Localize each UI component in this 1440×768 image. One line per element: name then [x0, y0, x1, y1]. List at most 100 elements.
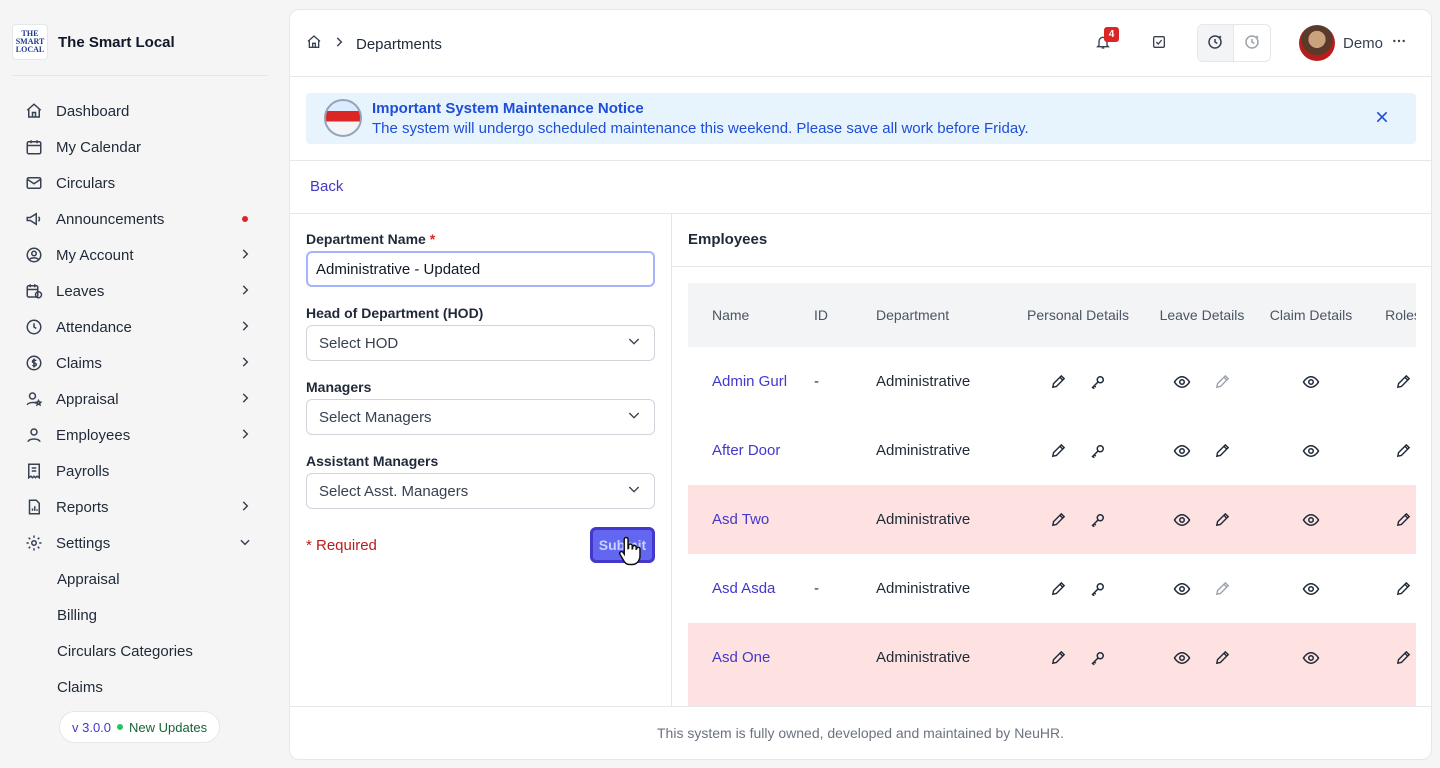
divider	[12, 75, 268, 76]
settings-sub-claims[interactable]: Claims	[16, 669, 266, 705]
sidebar-item-announcements[interactable]: Announcements	[16, 201, 266, 237]
sidebar-item-reports[interactable]: Reports	[16, 489, 266, 525]
column-header-personal-details[interactable]: Personal Details	[1016, 283, 1140, 347]
clock-in-button[interactable]	[1197, 25, 1234, 61]
close-notice-button[interactable]	[1372, 108, 1392, 128]
edit-leave-pencil-icon[interactable]	[1213, 511, 1231, 529]
version-badge[interactable]: v 3.0.0 New Updates	[59, 711, 221, 743]
back-link[interactable]: Back	[310, 178, 343, 195]
user-menu[interactable]: Demo	[1298, 25, 1407, 61]
form-footer: * Required Submit	[306, 527, 655, 563]
sidebar-item-settings[interactable]: Settings	[16, 525, 266, 561]
sidebar-item-appraisal[interactable]: Appraisal	[16, 381, 266, 417]
submit-button[interactable]: Submit	[590, 527, 655, 563]
updates-label: New Updates	[129, 719, 208, 735]
reset-password-key-icon[interactable]	[1089, 649, 1107, 667]
chevron-right-icon	[238, 283, 252, 301]
edit-roles-pencil-icon[interactable]	[1394, 649, 1412, 667]
version-number: v 3.0.0	[72, 719, 112, 735]
employee-name-link[interactable]: Admin Gurl	[688, 347, 814, 416]
edit-personal-pencil-icon[interactable]	[1049, 649, 1067, 667]
column-header-roles[interactable]: Roles	[1358, 283, 1416, 347]
edit-personal-pencil-icon[interactable]	[1049, 442, 1067, 460]
edit-personal-pencil-icon[interactable]	[1049, 511, 1067, 529]
employee-name-link[interactable]: After Door	[688, 416, 814, 485]
view-claim-eye-icon[interactable]	[1302, 649, 1320, 667]
checkbox-icon	[1151, 34, 1167, 53]
notice-title: Important System Maintenance Notice	[372, 100, 644, 117]
settings-sub-billing[interactable]: Billing	[16, 597, 266, 633]
sidebar-item-payrolls[interactable]: Payrolls	[16, 453, 266, 489]
reset-password-key-icon[interactable]	[1089, 511, 1107, 529]
sidebar-item-dashboard[interactable]: Dashboard	[16, 93, 266, 129]
reset-password-key-icon[interactable]	[1089, 442, 1107, 460]
view-claim-eye-icon[interactable]	[1302, 580, 1320, 598]
calendar-clock-icon	[24, 281, 44, 301]
sidebar-item-leaves[interactable]: Leaves	[16, 273, 266, 309]
column-header-leave-details[interactable]: Leave Details	[1140, 283, 1264, 347]
required-note: * Required	[306, 537, 377, 554]
sidebar-item-my-calendar[interactable]: My Calendar	[16, 129, 266, 165]
edit-roles-pencil-icon[interactable]	[1394, 580, 1412, 598]
file-chart-icon	[24, 497, 44, 517]
edit-leave-pencil-icon[interactable]	[1213, 442, 1231, 460]
settings-sub-appraisal[interactable]: Appraisal	[16, 561, 266, 597]
calendar-icon	[24, 137, 44, 157]
notice-text: The system will undergo scheduled mainte…	[372, 120, 1029, 137]
sidebar-item-employees[interactable]: Employees	[16, 417, 266, 453]
view-leave-eye-icon[interactable]	[1173, 442, 1191, 460]
dept-name-input[interactable]	[306, 251, 655, 287]
column-header-name[interactable]: Name	[688, 283, 814, 347]
sidebar-item-claims[interactable]: Claims	[16, 345, 266, 381]
edit-roles-pencil-icon[interactable]	[1394, 442, 1412, 460]
divider	[290, 706, 1431, 707]
sidebar-item-label: Appraisal	[56, 390, 119, 408]
close-icon	[1374, 109, 1390, 128]
breadcrumb: Departments	[306, 34, 442, 54]
reset-password-key-icon[interactable]	[1089, 373, 1107, 391]
sidebar-item-my-account[interactable]: My Account	[16, 237, 266, 273]
employee-name-link[interactable]: Asd One	[688, 623, 814, 692]
sidebar-item-circulars[interactable]: Circulars	[16, 165, 266, 201]
column-header-id[interactable]: ID	[814, 283, 876, 347]
tasks-button[interactable]	[1141, 25, 1177, 61]
column-header-claim-details[interactable]: Claim Details	[1264, 283, 1358, 347]
view-claim-eye-icon[interactable]	[1302, 442, 1320, 460]
home-icon[interactable]	[306, 34, 322, 54]
sidebar-item-label: Reports	[56, 498, 109, 516]
label-text: Department Name	[306, 231, 426, 247]
view-claim-eye-icon[interactable]	[1302, 373, 1320, 391]
sidebar-item-attendance[interactable]: Attendance	[16, 309, 266, 345]
employees-table-container[interactable]: Name ID Department Personal Details Leav…	[688, 283, 1416, 706]
employee-department: Administrative	[876, 442, 971, 459]
employee-department: Administrative	[876, 580, 971, 597]
edit-personal-pencil-icon[interactable]	[1049, 373, 1067, 391]
clock-out-button[interactable]	[1234, 25, 1270, 61]
view-leave-eye-icon[interactable]	[1173, 511, 1191, 529]
reset-password-key-icon[interactable]	[1089, 580, 1107, 598]
topbar: Departments 4 Demo	[290, 10, 1431, 77]
table-row: Asd One Administrative	[688, 623, 1416, 692]
edit-roles-pencil-icon[interactable]	[1394, 511, 1412, 529]
column-header-department[interactable]: Department	[876, 283, 1016, 347]
employees-title: Employees	[688, 231, 768, 248]
settings-sub-circulars-categories[interactable]: Circulars Categories	[16, 633, 266, 669]
sidebar-item-label: Attendance	[56, 318, 132, 336]
edit-leave-pencil-icon[interactable]	[1213, 649, 1231, 667]
sidebar-item-label: Dashboard	[56, 102, 130, 120]
notifications-button[interactable]: 4	[1085, 25, 1121, 61]
employee-name-link[interactable]: Asd Two	[688, 485, 814, 554]
edit-roles-pencil-icon[interactable]	[1394, 373, 1412, 391]
view-claim-eye-icon[interactable]	[1302, 511, 1320, 529]
user-star-icon	[24, 389, 44, 409]
asst-managers-select[interactable]: Select Asst. Managers	[306, 473, 655, 509]
employee-name-link[interactable]: Asd Asda	[688, 554, 814, 623]
view-leave-eye-icon[interactable]	[1173, 649, 1191, 667]
hod-select[interactable]: Select HOD	[306, 325, 655, 361]
chevron-right-icon	[238, 355, 252, 373]
brand[interactable]: THE SMART LOCAL The Smart Local	[12, 24, 175, 60]
managers-select[interactable]: Select Managers	[306, 399, 655, 435]
edit-personal-pencil-icon[interactable]	[1049, 580, 1067, 598]
view-leave-eye-icon[interactable]	[1173, 373, 1191, 391]
view-leave-eye-icon[interactable]	[1173, 580, 1191, 598]
